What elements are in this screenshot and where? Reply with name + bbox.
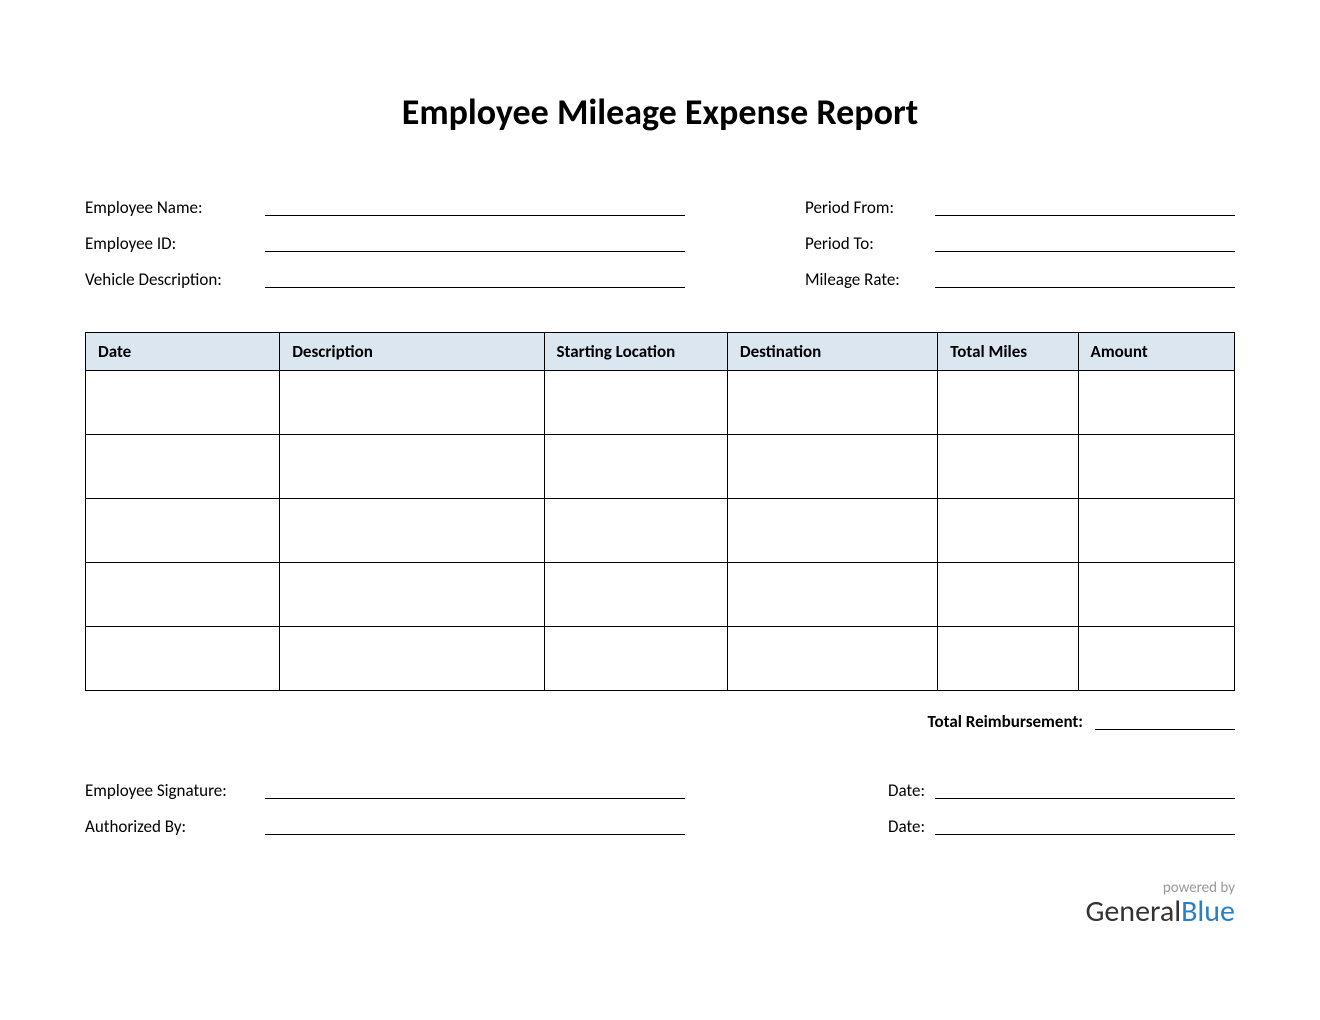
total-reimbursement-field[interactable] [1095,729,1235,730]
cell-amount[interactable] [1078,627,1234,691]
cell-total-miles[interactable] [938,435,1078,499]
header-description: Description [280,333,544,371]
employee-name-field[interactable] [265,215,685,216]
cell-description[interactable] [280,435,544,499]
footer: powered by GeneralBlue [85,879,1235,927]
cell-amount[interactable] [1078,371,1234,435]
cell-total-miles[interactable] [938,627,1078,691]
cell-date[interactable] [86,499,280,563]
cell-date[interactable] [86,371,280,435]
mileage-rate-field[interactable] [935,287,1235,288]
logo-general: General [1085,893,1181,930]
sig-date1-label: Date: [805,780,935,801]
logo-blue: Blue [1181,893,1235,930]
employee-name-row: Employee Name: [85,194,685,218]
vehicle-desc-row: Vehicle Description: [85,266,685,290]
cell-amount[interactable] [1078,435,1234,499]
info-section: Employee Name: Employee ID: Vehicle Desc… [85,194,1235,302]
sig-date2-label: Date: [805,816,935,837]
sig-right-column: Date: Date: [805,777,1235,849]
table-body [86,371,1235,691]
mileage-table: Date Description Starting Location Desti… [85,332,1235,691]
cell-total-miles[interactable] [938,499,1078,563]
period-to-field[interactable] [935,251,1235,252]
cell-date[interactable] [86,435,280,499]
employee-id-field[interactable] [265,251,685,252]
table-row [86,371,1235,435]
cell-description[interactable] [280,499,544,563]
table-row [86,627,1235,691]
cell-description[interactable] [280,627,544,691]
table-row [86,563,1235,627]
cell-destination[interactable] [727,435,937,499]
cell-starting-location[interactable] [544,435,727,499]
cell-date[interactable] [86,563,280,627]
signature-section: Employee Signature: Authorized By: Date:… [85,777,1235,849]
sig-date2-row: Date: [805,813,1235,837]
page-title: Employee Mileage Expense Report [85,90,1235,134]
expense-report-page: Employee Mileage Expense Report Employee… [0,0,1320,967]
employee-id-label: Employee ID: [85,233,265,254]
vehicle-desc-field[interactable] [265,287,685,288]
cell-total-miles[interactable] [938,563,1078,627]
table-header-row: Date Description Starting Location Desti… [86,333,1235,371]
sig-date1-field[interactable] [935,798,1235,799]
cell-destination[interactable] [727,499,937,563]
sig-left-column: Employee Signature: Authorized By: [85,777,685,849]
header-amount: Amount [1078,333,1234,371]
cell-amount[interactable] [1078,499,1234,563]
table-row [86,499,1235,563]
vehicle-desc-label: Vehicle Description: [85,269,265,290]
cell-destination[interactable] [727,627,937,691]
cell-starting-location[interactable] [544,627,727,691]
info-left-column: Employee Name: Employee ID: Vehicle Desc… [85,194,685,302]
sig-date1-row: Date: [805,777,1235,801]
period-from-row: Period From: [805,194,1235,218]
cell-starting-location[interactable] [544,371,727,435]
cell-starting-location[interactable] [544,563,727,627]
period-from-field[interactable] [935,215,1235,216]
mileage-rate-row: Mileage Rate: [805,266,1235,290]
cell-description[interactable] [280,563,544,627]
header-destination: Destination [727,333,937,371]
employee-name-label: Employee Name: [85,197,265,218]
cell-date[interactable] [86,627,280,691]
mileage-rate-label: Mileage Rate: [805,269,935,290]
employee-signature-label: Employee Signature: [85,780,265,801]
cell-destination[interactable] [727,563,937,627]
powered-by-text: powered by [85,879,1235,897]
header-starting-location: Starting Location [544,333,727,371]
table-row [86,435,1235,499]
cell-amount[interactable] [1078,563,1234,627]
cell-destination[interactable] [727,371,937,435]
info-right-column: Period From: Period To: Mileage Rate: [805,194,1235,302]
period-to-row: Period To: [805,230,1235,254]
employee-signature-field[interactable] [265,798,685,799]
authorized-by-field[interactable] [265,834,685,835]
employee-id-row: Employee ID: [85,230,685,254]
cell-starting-location[interactable] [544,499,727,563]
cell-total-miles[interactable] [938,371,1078,435]
header-total-miles: Total Miles [938,333,1078,371]
period-to-label: Period To: [805,233,935,254]
general-blue-logo: GeneralBlue [85,897,1235,927]
authorized-by-label: Authorized By: [85,816,265,837]
period-from-label: Period From: [805,197,935,218]
authorized-by-row: Authorized By: [85,813,685,837]
total-reimbursement-row: Total Reimbursement: [85,711,1235,732]
header-date: Date [86,333,280,371]
total-reimbursement-label: Total Reimbursement: [928,711,1083,732]
cell-description[interactable] [280,371,544,435]
employee-signature-row: Employee Signature: [85,777,685,801]
sig-date2-field[interactable] [935,834,1235,835]
